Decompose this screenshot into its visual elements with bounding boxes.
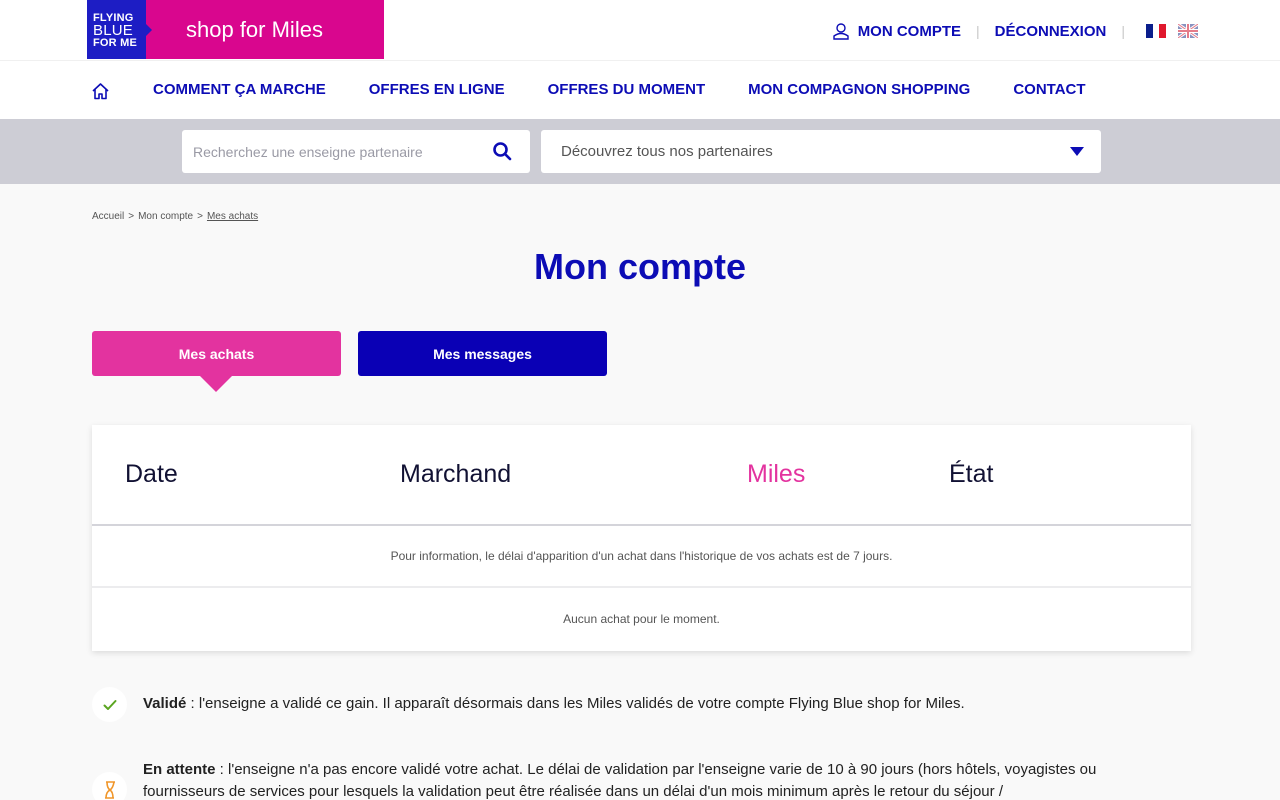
column-header-miles: Miles xyxy=(747,460,806,488)
hourglass-icon xyxy=(92,772,127,800)
my-account-label: MON COMPTE xyxy=(857,22,962,40)
purchases-table: Date Marchand Miles État Pour informatio… xyxy=(92,425,1191,651)
breadcrumb-home[interactable]: Accueil xyxy=(92,211,124,222)
legend-description: : l'enseigne n'a pas encore validé votre… xyxy=(143,761,1097,800)
user-icon xyxy=(832,23,849,40)
nav-online-offers[interactable]: OFFRES EN LIGNE xyxy=(369,81,505,98)
partner-dropdown[interactable]: Découvrez tous nos partenaires xyxy=(541,130,1101,173)
legend-item-pending: En attente : l'enseigne n'a pas encore v… xyxy=(92,759,1143,800)
column-header-date: Date xyxy=(125,460,178,488)
logout-link[interactable]: DÉCONNEXION xyxy=(995,23,1107,40)
search-band: Découvrez tous nos partenaires xyxy=(0,119,1280,184)
breadcrumb-separator: > xyxy=(197,211,203,222)
logo-tagline: shop for Miles xyxy=(146,0,384,59)
legend-text: En attente : l'enseigne n'a pas encore v… xyxy=(143,759,1143,800)
breadcrumb-purchases[interactable]: Mes achats xyxy=(207,211,258,222)
site-logo[interactable]: FLYING BLUE FOR ME shop for Miles xyxy=(87,0,384,59)
empty-state-row: Aucun achat pour le moment. xyxy=(563,612,720,626)
nav-shopping-companion[interactable]: MON COMPAGNON SHOPPING xyxy=(748,81,970,98)
logo-line3: FOR ME xyxy=(93,37,137,49)
partner-search-box xyxy=(182,130,530,173)
legend-term: Validé xyxy=(143,695,187,712)
breadcrumb-separator: > xyxy=(128,211,135,222)
separator: | xyxy=(1121,23,1125,39)
column-header-status: État xyxy=(949,460,994,488)
legend-term: En attente xyxy=(143,761,216,778)
caret-down-icon xyxy=(1070,147,1084,156)
breadcrumb-account[interactable]: Mon compte xyxy=(138,211,193,222)
separator: | xyxy=(976,23,980,39)
partner-dropdown-value: Découvrez tous nos partenaires xyxy=(561,143,773,160)
logo-line2: BLUE xyxy=(93,22,133,39)
my-account-link[interactable]: MON COMPTE xyxy=(832,22,961,40)
nav-how-it-works[interactable]: COMMENT ÇA MARCHE xyxy=(153,81,326,98)
search-icon[interactable] xyxy=(492,141,512,161)
nav-current-offers[interactable]: OFFRES DU MOMENT xyxy=(548,81,706,98)
tab-my-purchases[interactable]: Mes achats xyxy=(92,331,341,392)
legend-description: : l'enseigne a validé ce gain. Il appara… xyxy=(186,695,965,712)
legend-item-validated: Validé : l'enseigne a validé ce gain. Il… xyxy=(92,687,1143,722)
tab-my-messages[interactable]: Mes messages xyxy=(358,331,607,376)
table-header: Date Marchand Miles État xyxy=(92,425,1191,526)
info-row: Pour information, le délai d'apparition … xyxy=(92,526,1191,588)
account-nav: MON COMPTE | DÉCONNEXION | xyxy=(832,20,1198,42)
uk-flag-icon[interactable] xyxy=(1178,24,1198,38)
check-icon xyxy=(92,687,127,722)
main-nav: COMMENT ÇA MARCHE OFFRES EN LIGNE OFFRES… xyxy=(0,60,1280,119)
flying-blue-logo: FLYING BLUE FOR ME xyxy=(87,0,152,59)
partner-search-input[interactable] xyxy=(182,130,472,173)
breadcrumb: Accueil > Mon compte > Mes achats xyxy=(92,211,258,222)
nav-contact[interactable]: CONTACT xyxy=(1013,81,1085,98)
column-header-merchant: Marchand xyxy=(400,460,512,488)
legend-text: Validé : l'enseigne a validé ce gain. Il… xyxy=(143,687,1143,722)
top-bar: FLYING BLUE FOR ME shop for Miles MON CO… xyxy=(0,0,1280,60)
french-flag-icon[interactable] xyxy=(1146,24,1167,38)
page-title: Mon compte xyxy=(534,246,746,287)
home-icon[interactable] xyxy=(91,82,110,100)
